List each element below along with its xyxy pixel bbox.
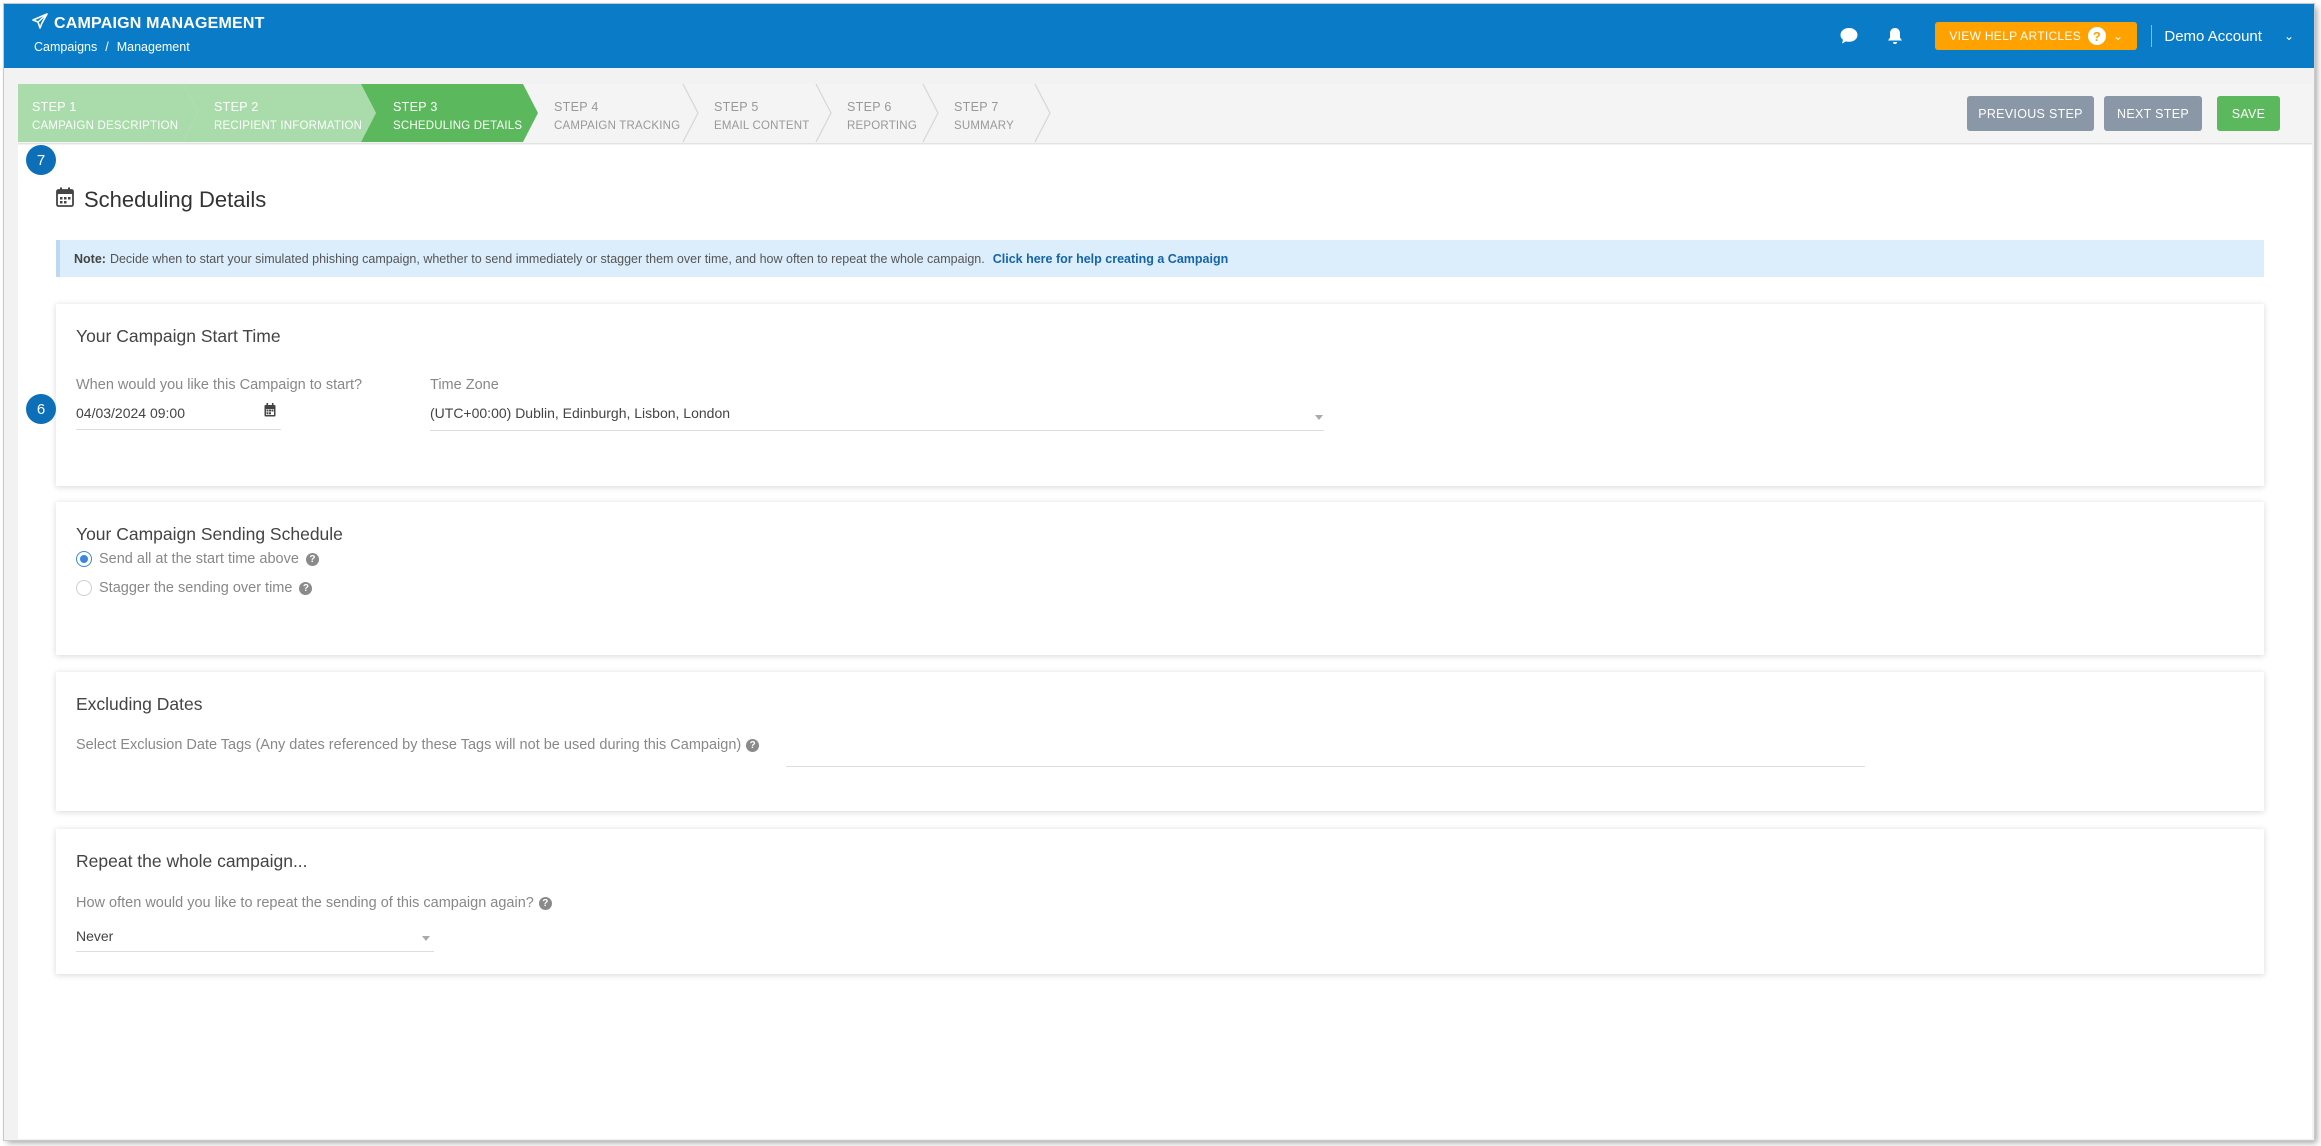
exclusion-tags-label: Select Exclusion Date Tags (Any dates re…	[76, 737, 760, 753]
step-7[interactable]: STEP 7 SUMMARY	[954, 84, 1014, 142]
step-label: SCHEDULING DETAILS	[393, 120, 523, 132]
repeat-select[interactable]	[76, 921, 434, 951]
step-label: SUMMARY	[954, 120, 1014, 132]
note-banner: Note: Decide when to start your simulate…	[56, 240, 2264, 277]
help-icon[interactable]: ?	[299, 581, 313, 595]
repeat-label: How often would you like to repeat the s…	[76, 895, 552, 911]
note-text: Decide when to start your simulated phis…	[109, 251, 985, 266]
wizard-steps-bar: STEP 1 CAMPAIGN DESCRIPTION STEP 2 RECIP…	[18, 84, 2312, 144]
step-number: STEP 4	[554, 100, 599, 114]
step-6[interactable]: STEP 6 REPORTING	[847, 84, 917, 142]
chevron-down-icon: ⌄	[2283, 29, 2294, 43]
radio-label: Stagger the sending over time	[99, 580, 293, 596]
repeat-underline	[76, 951, 434, 952]
card-title: Your Campaign Start Time	[76, 326, 281, 346]
next-step-button[interactable]: NEXT STEP	[2104, 96, 2202, 131]
help-icon[interactable]: ?	[538, 896, 552, 910]
radio-selected[interactable]	[76, 551, 92, 567]
note-label: Note:	[74, 251, 106, 266]
question-icon: ?	[2088, 27, 2107, 45]
step-number: STEP 6	[847, 100, 892, 114]
step-number: STEP 5	[714, 100, 759, 114]
bell-icon[interactable]	[1881, 22, 1909, 50]
view-help-articles-button[interactable]: VIEW HELP ARTICLES ? ⌄	[1935, 22, 2138, 50]
top-bar-actions: VIEW HELP ARTICLES ? ⌄ Demo Account ⌄	[1817, 22, 2294, 50]
breadcrumb: Campaigns / Management	[34, 40, 190, 54]
sending-schedule-card: Your Campaign Sending Schedule Send all …	[56, 502, 2264, 655]
divider	[2151, 25, 2153, 47]
chevron-down-icon	[422, 936, 430, 941]
step-5[interactable]: STEP 5 EMAIL CONTENT	[714, 84, 809, 142]
step-label: EMAIL CONTENT	[714, 120, 810, 132]
help-icon[interactable]: ?	[305, 552, 319, 566]
page-title-text: Scheduling Details	[84, 187, 267, 212]
help-icon[interactable]: ?	[746, 738, 760, 752]
breadcrumb-separator: /	[105, 40, 109, 54]
exclusion-tags-underline	[786, 766, 1865, 767]
timezone-label: Time Zone	[430, 377, 499, 393]
stagger-radio-option[interactable]: Stagger the sending over time ?	[76, 580, 313, 596]
repeat-label-text: How often would you like to repeat the s…	[76, 895, 534, 911]
step-number: STEP 2	[214, 100, 259, 114]
app-title: CAMPAIGN MANAGEMENT	[32, 13, 265, 34]
account-menu[interactable]: Demo Account ⌄	[2164, 28, 2294, 45]
exclusion-tags-label-text: Select Exclusion Date Tags (Any dates re…	[76, 737, 742, 753]
save-button[interactable]: SAVE	[2217, 96, 2280, 131]
start-date-input[interactable]	[76, 399, 281, 429]
previous-step-button[interactable]: PREVIOUS STEP	[1967, 96, 2094, 131]
step-number: STEP 1	[32, 100, 77, 114]
excluding-dates-card: Excluding Dates Select Exclusion Date Ta…	[56, 672, 2264, 811]
callout-badge: 6	[26, 394, 56, 424]
start-date-underline	[76, 429, 281, 430]
timezone-select[interactable]	[430, 399, 1324, 429]
calendar-icon	[56, 187, 74, 213]
help-link[interactable]: Click here for help creating a Campaign	[993, 252, 1228, 266]
timezone-underline	[430, 430, 1324, 431]
account-name: Demo Account	[2164, 27, 2262, 45]
step-label: CAMPAIGN DESCRIPTION	[32, 120, 179, 132]
card-title: Repeat the whole campaign...	[76, 851, 308, 871]
paper-plane-icon	[32, 13, 48, 34]
step-number: STEP 7	[954, 100, 999, 114]
step-1[interactable]: STEP 1 CAMPAIGN DESCRIPTION	[32, 84, 178, 142]
page-title: Scheduling Details	[56, 187, 266, 213]
step-4[interactable]: STEP 4 CAMPAIGN TRACKING	[554, 84, 680, 142]
top-bar: CAMPAIGN MANAGEMENT Campaigns / Manageme…	[4, 4, 2314, 68]
chevron-down-icon: ⌄	[2113, 29, 2124, 43]
calendar-icon[interactable]	[264, 403, 276, 422]
step-number: STEP 3	[393, 100, 438, 114]
start-time-card: Your Campaign Start Time When would you …	[56, 304, 2264, 486]
repeat-campaign-card: Repeat the whole campaign... How often w…	[56, 829, 2264, 974]
breadcrumb-campaigns[interactable]: Campaigns	[34, 40, 97, 54]
breadcrumb-management: Management	[116, 40, 190, 54]
chat-icon[interactable]	[1835, 22, 1863, 50]
card-title: Excluding Dates	[76, 694, 203, 714]
chevron-down-icon	[1315, 415, 1323, 420]
help-button-label: VIEW HELP ARTICLES	[1949, 29, 2082, 43]
step-3[interactable]: STEP 3 SCHEDULING DETAILS	[393, 84, 522, 142]
start-date-label: When would you like this Campaign to sta…	[76, 377, 363, 393]
step-label: REPORTING	[847, 120, 917, 132]
radio-label: Send all at the start time above	[99, 551, 299, 567]
exclusion-tags-input[interactable]	[786, 736, 1865, 766]
card-title: Your Campaign Sending Schedule	[76, 524, 343, 544]
step-label: RECIPIENT INFORMATION	[214, 120, 363, 132]
app-window: CAMPAIGN MANAGEMENT Campaigns / Manageme…	[4, 4, 2314, 1140]
step-2[interactable]: STEP 2 RECIPIENT INFORMATION	[214, 84, 362, 142]
main-content: Scheduling Details Note: Decide when to …	[18, 145, 2312, 1139]
step-label: CAMPAIGN TRACKING	[554, 120, 681, 132]
app-title-text: CAMPAIGN MANAGEMENT	[54, 14, 265, 32]
send-all-radio-option[interactable]: Send all at the start time above ?	[76, 551, 319, 567]
callout-badge: 7	[26, 145, 56, 175]
radio-unselected[interactable]	[76, 580, 92, 596]
